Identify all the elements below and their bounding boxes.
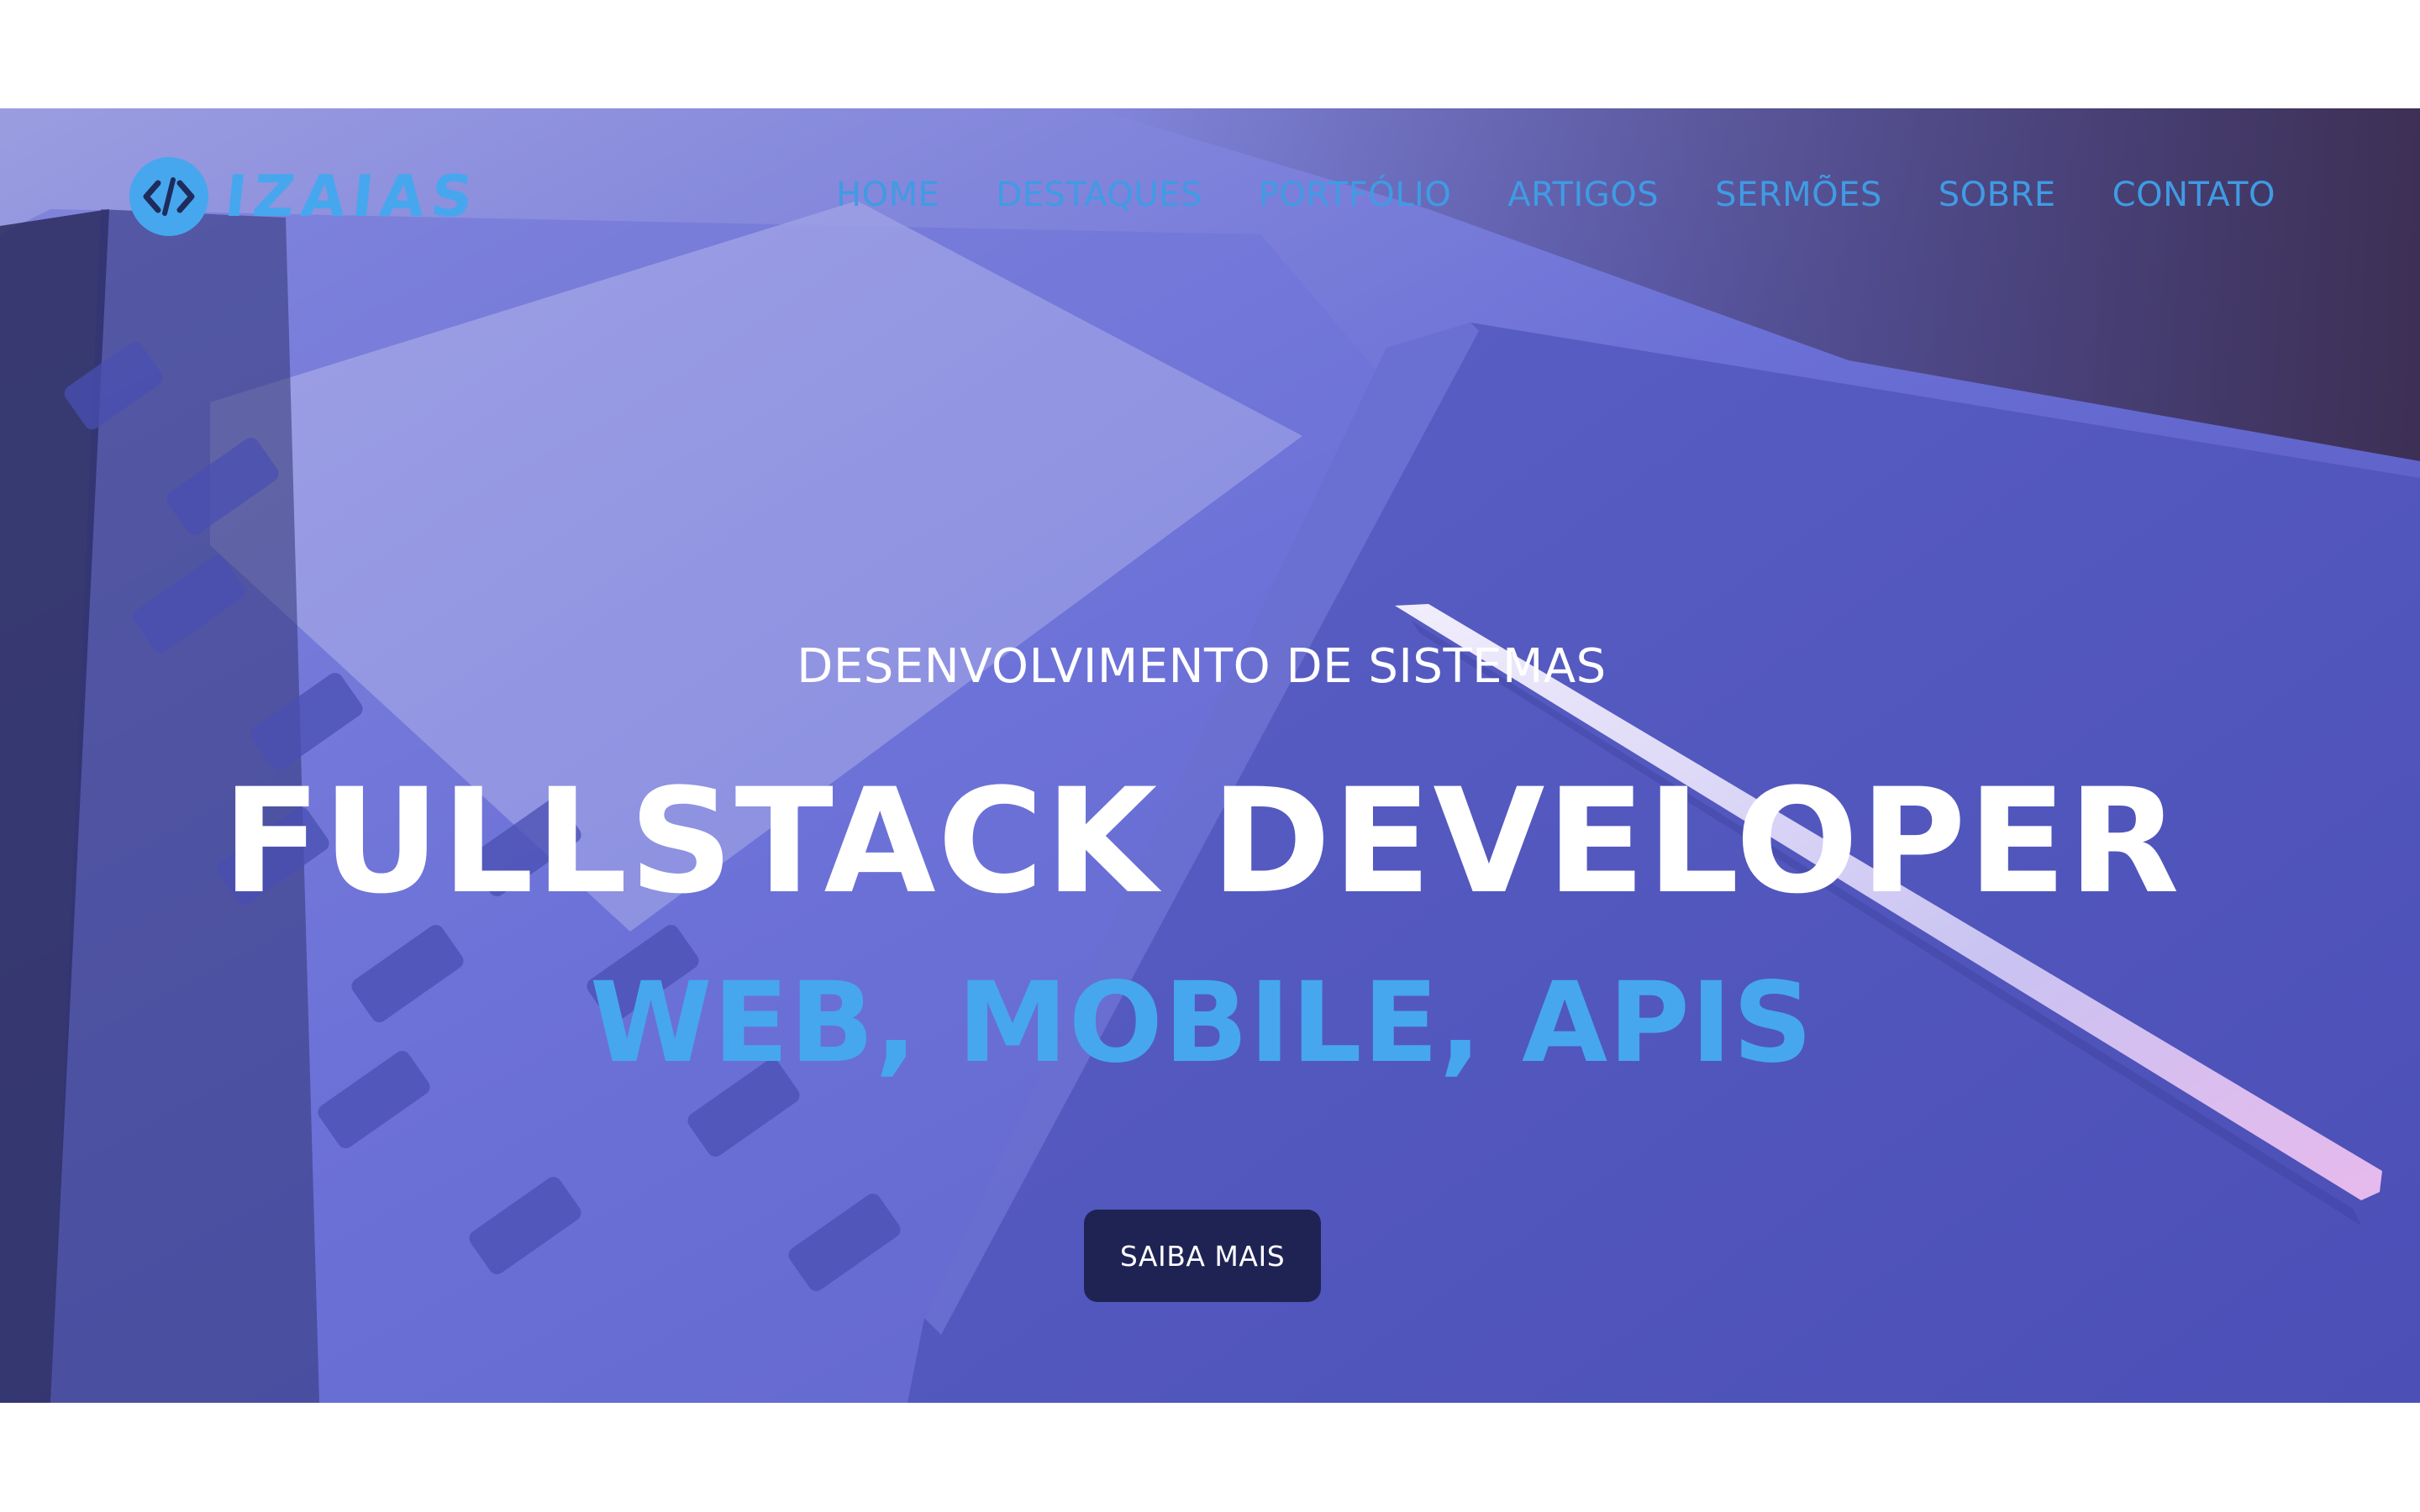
hero-headline: FULLSTACK DEVELOPER xyxy=(222,757,2181,926)
hero-tagline: WEB, MOBILE, APIS xyxy=(589,958,1814,1088)
saiba-mais-button[interactable]: SAIBA MAIS xyxy=(1084,1210,1321,1302)
hero-subtitle: DESENVOLVIMENTO DE SISTEMAS xyxy=(797,639,1607,694)
page: IZAIAS HOME DESTAQUES PORTFÓLIO ARTIGOS … xyxy=(0,0,2420,1512)
hero-content: DESENVOLVIMENTO DE SISTEMAS FULLSTACK DE… xyxy=(0,108,2420,1403)
